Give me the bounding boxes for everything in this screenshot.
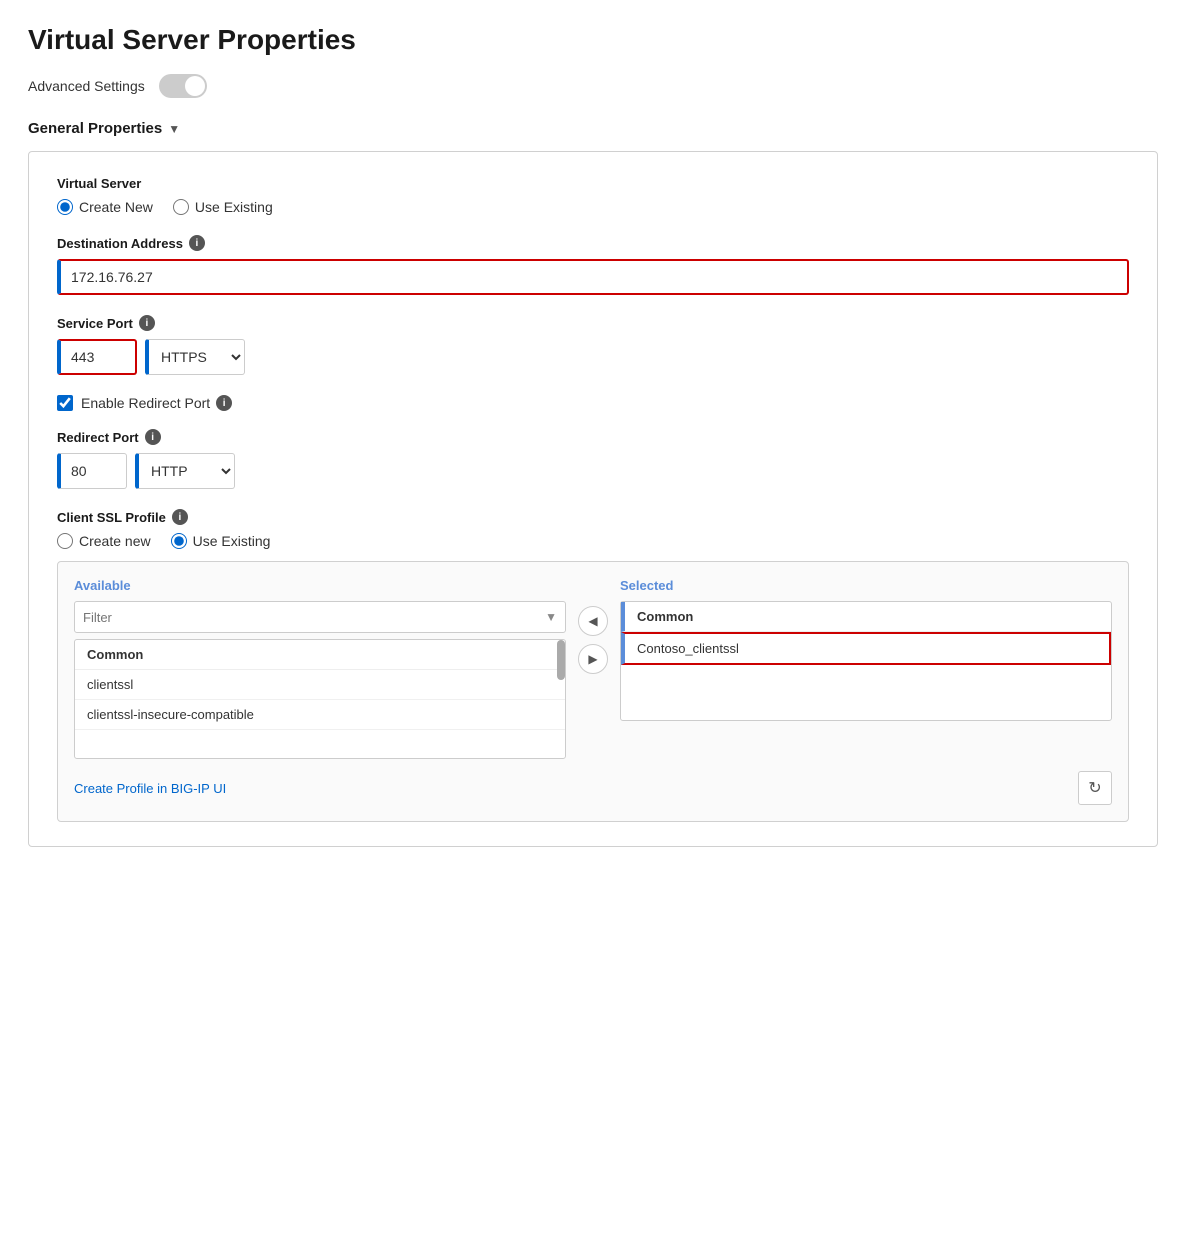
destination-address-group: Destination Address i <box>57 235 1129 295</box>
redirect-port-row: HTTP HTTPS Other <box>57 453 1129 489</box>
ssl-radio-create-new[interactable]: Create new <box>57 533 151 549</box>
filter-row[interactable]: ▼ <box>74 601 566 633</box>
redirect-label-text: Redirect Port <box>57 430 139 445</box>
available-panel: Available ▼ Common clientssl clientssl-i… <box>74 578 566 759</box>
filter-icon: ▼ <box>545 610 557 624</box>
vs-label-text: Virtual Server <box>57 176 141 191</box>
advanced-settings-toggle[interactable] <box>159 74 207 98</box>
destination-address-input[interactable] <box>57 259 1129 295</box>
service-port-input[interactable] <box>57 339 137 375</box>
available-list: Common clientssl clientssl-insecure-comp… <box>74 639 566 759</box>
radio-use-existing-input[interactable] <box>173 199 189 215</box>
ssl-radio-create-new-label: Create new <box>79 533 151 549</box>
transfer-buttons: ◀ ▶ <box>578 578 608 674</box>
radio-create-new-label: Create New <box>79 199 153 215</box>
section-label: General Properties <box>28 120 162 137</box>
available-panel-label: Available <box>74 578 566 593</box>
advanced-settings-label: Advanced Settings <box>28 78 145 94</box>
dest-label-text: Destination Address <box>57 236 183 251</box>
filter-input[interactable] <box>83 610 545 625</box>
radio-use-existing-label: Use Existing <box>195 199 273 215</box>
selected-group-header: Common <box>621 602 1111 632</box>
ssl-radio-use-existing-label: Use Existing <box>193 533 271 549</box>
enable-redirect-port-checkbox[interactable] <box>57 395 73 411</box>
general-properties-card: Virtual Server Create New Use Existing D… <box>28 151 1158 847</box>
client-ssl-profile-section: Client SSL Profile i Create new Use Exis… <box>57 509 1129 822</box>
selected-panel-label: Selected <box>620 578 1112 593</box>
enable-redirect-info-icon[interactable]: i <box>216 395 232 411</box>
dual-list-container: Available ▼ Common clientssl clientssl-i… <box>57 561 1129 822</box>
ssl-radio-use-existing-input[interactable] <box>171 533 187 549</box>
transfer-left-button[interactable]: ◀ <box>578 606 608 636</box>
destination-address-label: Destination Address i <box>57 235 1129 251</box>
radio-create-new-input[interactable] <box>57 199 73 215</box>
ssl-profile-info-icon[interactable]: i <box>172 509 188 525</box>
create-profile-link[interactable]: Create Profile in BIG-IP UI <box>74 781 226 796</box>
service-port-row: HTTPS HTTP Other <box>57 339 1129 375</box>
redirect-port-input[interactable] <box>57 453 127 489</box>
dual-list-row: Available ▼ Common clientssl clientssl-i… <box>74 578 1112 759</box>
general-properties-header: General Properties ▼ <box>28 120 1158 137</box>
ssl-radio-create-new-input[interactable] <box>57 533 73 549</box>
ssl-label-text: Client SSL Profile <box>57 510 166 525</box>
list-item[interactable]: clientssl-insecure-compatible <box>75 700 565 730</box>
transfer-right-button[interactable]: ▶ <box>578 644 608 674</box>
refresh-icon: ↻ <box>1088 778 1101 798</box>
redirect-port-info-icon[interactable]: i <box>145 429 161 445</box>
selected-list: Common Contoso_clientssl <box>620 601 1112 721</box>
scrollbar-thumb <box>557 640 565 680</box>
available-group-header: Common <box>75 640 565 670</box>
radio-create-new[interactable]: Create New <box>57 199 153 215</box>
service-port-label-text: Service Port <box>57 316 133 331</box>
redirect-port-protocol-select[interactable]: HTTP HTTPS Other <box>135 453 235 489</box>
virtual-server-label: Virtual Server <box>57 176 1129 191</box>
ssl-profile-radio-group: Create new Use Existing <box>57 533 1129 549</box>
list-item[interactable]: clientssl <box>75 670 565 700</box>
ssl-radio-use-existing[interactable]: Use Existing <box>171 533 271 549</box>
service-port-group: Service Port i HTTPS HTTP Other <box>57 315 1129 375</box>
advanced-settings-row: Advanced Settings <box>28 74 1158 98</box>
service-port-protocol-select[interactable]: HTTPS HTTP Other <box>145 339 245 375</box>
destination-address-info-icon[interactable]: i <box>189 235 205 251</box>
page-title: Virtual Server Properties <box>28 24 1158 56</box>
redirect-port-label-text: Enable Redirect Port <box>81 395 210 411</box>
redirect-port-label: Redirect Port i <box>57 429 1129 445</box>
footer-row: Create Profile in BIG-IP UI ↻ <box>74 771 1112 805</box>
enable-redirect-port-row[interactable]: Enable Redirect Port i <box>57 395 1129 411</box>
chevron-down-icon[interactable]: ▼ <box>168 122 180 136</box>
redirect-port-group: Redirect Port i HTTP HTTPS Other <box>57 429 1129 489</box>
refresh-button[interactable]: ↻ <box>1078 771 1112 805</box>
enable-redirect-port-label: Enable Redirect Port i <box>81 395 232 411</box>
virtual-server-group: Virtual Server Create New Use Existing <box>57 176 1129 215</box>
selected-item[interactable]: Contoso_clientssl <box>621 632 1111 665</box>
radio-use-existing[interactable]: Use Existing <box>173 199 273 215</box>
virtual-server-radio-group: Create New Use Existing <box>57 199 1129 215</box>
service-port-label: Service Port i <box>57 315 1129 331</box>
selected-panel: Selected Common Contoso_clientssl <box>620 578 1112 721</box>
client-ssl-profile-label: Client SSL Profile i <box>57 509 1129 525</box>
service-port-info-icon[interactable]: i <box>139 315 155 331</box>
